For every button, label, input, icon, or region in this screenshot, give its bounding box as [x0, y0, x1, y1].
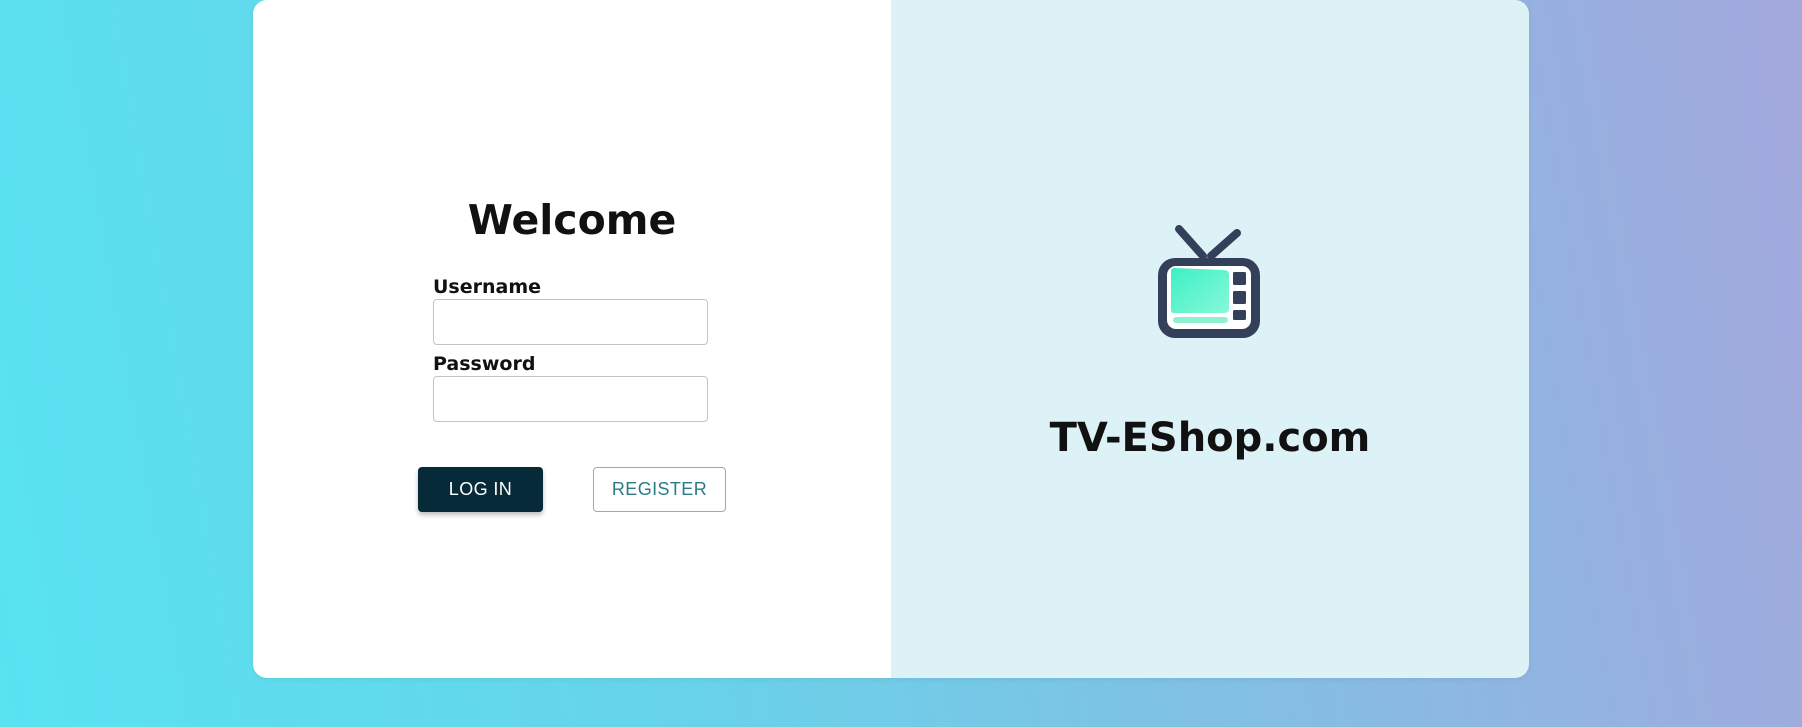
register-button-label: REGISTER [611, 479, 708, 499]
brand-panel: TV-EShop.com [891, 0, 1529, 678]
username-label: Username [433, 276, 542, 298]
password-field[interactable] [433, 376, 708, 422]
password-label: Password [433, 353, 536, 375]
page-title: Welcome [467, 196, 677, 244]
brand-name: TV-EShop.com [1049, 415, 1371, 461]
tv-icon [1153, 225, 1265, 343]
username-field[interactable] [433, 299, 708, 345]
register-button[interactable]: REGISTER [593, 467, 726, 512]
login-button-label: LOG IN [448, 479, 513, 499]
login-panel: Welcome Username Password LOG IN REGISTE… [253, 0, 891, 678]
login-card: Welcome Username Password LOG IN REGISTE… [253, 0, 1529, 678]
login-button[interactable]: LOG IN [418, 467, 543, 512]
